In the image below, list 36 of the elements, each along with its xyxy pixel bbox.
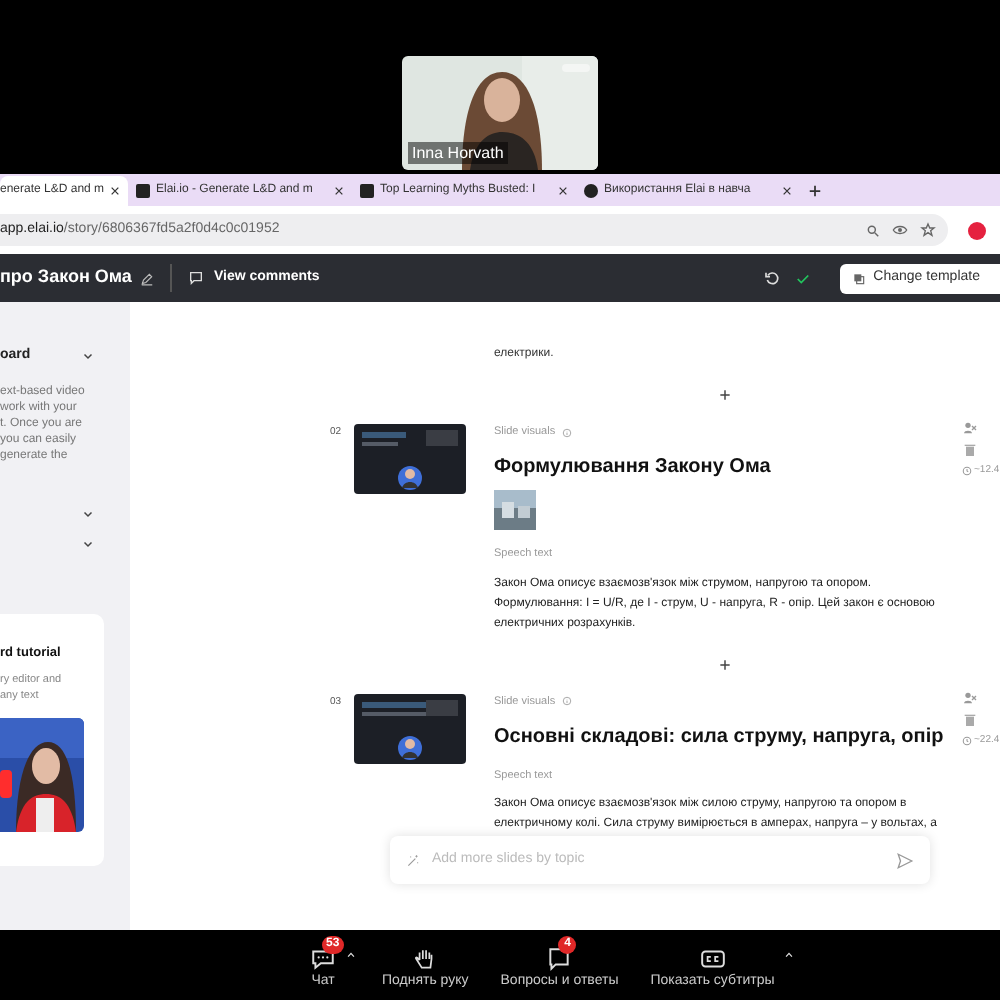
speech-bubble-icon — [546, 946, 573, 973]
story-title: про Закон Ома — [0, 264, 132, 291]
info-icon — [561, 696, 572, 707]
chevron-down-icon[interactable] — [82, 350, 94, 363]
magic-wand-icon — [406, 853, 420, 867]
chevron-down-icon[interactable] — [82, 507, 94, 519]
participant-name: Inna Horvath — [408, 142, 508, 164]
check-icon — [795, 271, 810, 285]
pencil-icon[interactable] — [139, 271, 154, 285]
info-icon — [561, 427, 572, 438]
captions-icon — [699, 946, 726, 973]
avatar-icon[interactable] — [968, 221, 986, 239]
caret-up-icon[interactable] — [784, 950, 795, 961]
chat-icon — [310, 946, 336, 973]
close-icon[interactable] — [110, 186, 121, 196]
avatar-settings-icon[interactable] — [962, 420, 978, 436]
chevron-down-icon[interactable] — [82, 537, 94, 549]
template-icon — [851, 271, 866, 285]
close-icon[interactable] — [558, 186, 568, 196]
caret-up-icon[interactable] — [346, 950, 356, 961]
star-icon[interactable] — [920, 222, 936, 238]
undo-icon[interactable] — [763, 270, 780, 286]
clock-icon — [962, 466, 972, 477]
new-tab-icon[interactable] — [808, 184, 822, 198]
add-slide-icon[interactable] — [718, 388, 732, 402]
clock-icon — [962, 735, 972, 746]
close-icon[interactable] — [782, 186, 792, 196]
close-icon[interactable] — [334, 186, 344, 196]
comment-icon — [187, 270, 204, 286]
slide-title: Формулювання Закону Ома — [494, 454, 773, 483]
eye-icon[interactable] — [892, 222, 908, 238]
avatar-settings-icon[interactable] — [962, 689, 978, 705]
zoom-icon[interactable] — [866, 223, 880, 237]
send-icon[interactable] — [896, 851, 914, 869]
slide-title: Основні складові: сила струму, напруга, опір — [494, 723, 946, 752]
add-slide-icon[interactable] — [718, 657, 732, 671]
